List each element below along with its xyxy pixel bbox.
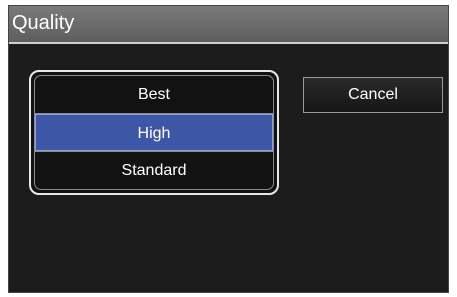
option-high[interactable]: High	[35, 114, 273, 151]
option-best[interactable]: Best	[35, 76, 273, 113]
cancel-button[interactable]: Cancel	[303, 77, 443, 113]
dialog-title: Quality	[12, 12, 75, 34]
quality-options-inner: Best High Standard	[34, 75, 274, 190]
quality-options-list: Best High Standard	[29, 70, 279, 195]
option-standard[interactable]: Standard	[35, 152, 273, 189]
dialog-titlebar: Quality	[9, 6, 448, 44]
quality-dialog: Quality Best High Standard Cancel	[8, 5, 449, 293]
